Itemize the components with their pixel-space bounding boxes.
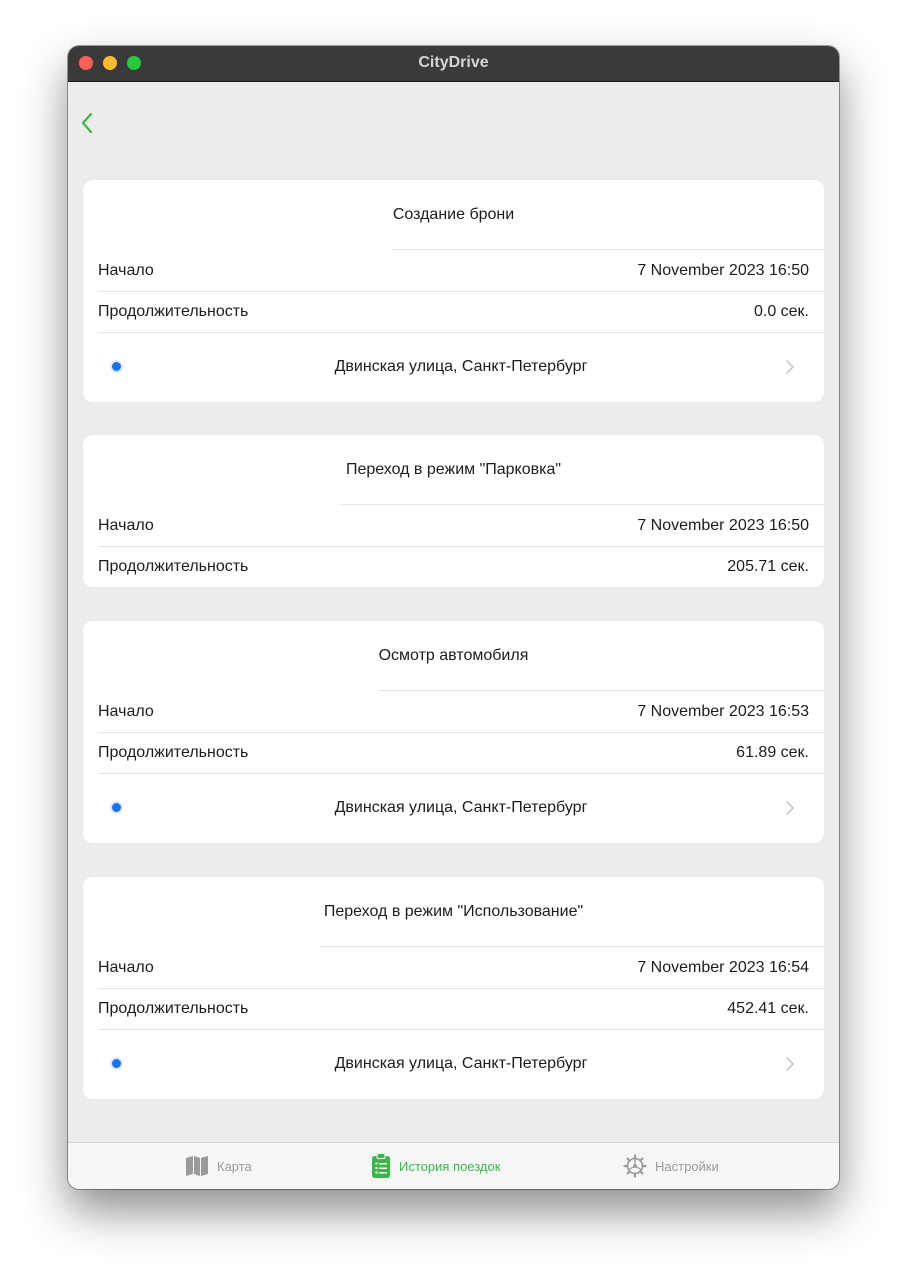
event-card: Осмотр автомобиля Начало 7 November 2023… (83, 621, 824, 843)
chevron-left-icon (81, 112, 93, 134)
start-row: Начало 7 November 2023 16:50 (98, 505, 824, 546)
start-value: 7 November 2023 16:50 (637, 516, 809, 534)
window-title: CityDrive (418, 54, 489, 71)
start-row: Начало 7 November 2023 16:50 (98, 250, 824, 291)
duration-row: Продолжительность 0.0 сек. (98, 291, 824, 332)
duration-row: Продолжительность 205.71 сек. (98, 546, 824, 587)
tab-map[interactable]: Карта (185, 1143, 252, 1189)
event-title: Переход в режим "Парковка" (345, 461, 562, 478)
tab-label: История поездок (399, 1158, 501, 1174)
chevron-right-icon (786, 801, 794, 815)
duration-row: Продолжительность 452.41 сек. (98, 988, 824, 1029)
duration-value: 0.0 сек. (753, 302, 809, 320)
duration-value: 61.89 сек. (736, 743, 809, 761)
event-card: Создание брони Начало 7 November 2023 16… (83, 180, 824, 402)
address-row[interactable]: Двинская улица, Санкт-Петербург (98, 1029, 824, 1099)
start-value: 7 November 2023 16:54 (637, 958, 809, 976)
event-title: Осмотр автомобиля (378, 647, 529, 664)
event-card: Переход в режим "Парковка" Начало 7 Nove… (83, 435, 824, 587)
gear-icon (623, 1154, 647, 1178)
address-text: Двинская улица, Санкт-Петербург (334, 358, 588, 375)
chevron-right-icon (786, 1057, 794, 1071)
clipboard-list-icon (372, 1153, 390, 1178)
start-row: Начало 7 November 2023 16:53 (98, 691, 824, 732)
tab-trip-history[interactable]: История поездок (371, 1143, 500, 1189)
start-label: Начало (98, 516, 154, 534)
tab-label: Карта (217, 1158, 252, 1174)
duration-label: Продолжительность (98, 743, 249, 761)
title-bar: CityDrive (68, 46, 839, 82)
duration-value: 452.41 сек. (727, 999, 809, 1017)
duration-value: 205.71 сек. (727, 557, 809, 575)
back-button[interactable] (77, 110, 101, 136)
tab-label: Настройки (655, 1158, 719, 1174)
tab-bar: Карта История поездок Настройки (68, 1142, 839, 1189)
address-text: Двинская улица, Санкт-Петербург (334, 799, 588, 816)
event-title: Переход в режим "Использование" (323, 903, 584, 920)
start-value: 7 November 2023 16:50 (637, 261, 809, 279)
start-row: Начало 7 November 2023 16:54 (98, 947, 824, 988)
start-label: Начало (98, 261, 154, 279)
address-text: Двинская улица, Санкт-Петербург (334, 1055, 588, 1072)
start-label: Начало (98, 702, 154, 720)
duration-label: Продолжительность (98, 557, 249, 575)
address-row[interactable]: Двинская улица, Санкт-Петербург (98, 332, 824, 402)
start-value: 7 November 2023 16:53 (637, 702, 809, 720)
duration-row: Продолжительность 61.89 сек. (98, 732, 824, 773)
tab-settings[interactable]: Настройки (623, 1143, 719, 1189)
address-row[interactable]: Двинская улица, Санкт-Петербург (98, 773, 824, 843)
chevron-right-icon (786, 360, 794, 374)
duration-label: Продолжительность (98, 302, 249, 320)
event-card: Переход в режим "Использование" Начало 7… (83, 877, 824, 1099)
event-title: Создание брони (392, 206, 515, 223)
map-icon (186, 1156, 208, 1176)
app-window: CityDrive Создание брони Начало 7 Novemb… (68, 46, 839, 1189)
duration-label: Продолжительность (98, 999, 249, 1017)
start-label: Начало (98, 958, 154, 976)
